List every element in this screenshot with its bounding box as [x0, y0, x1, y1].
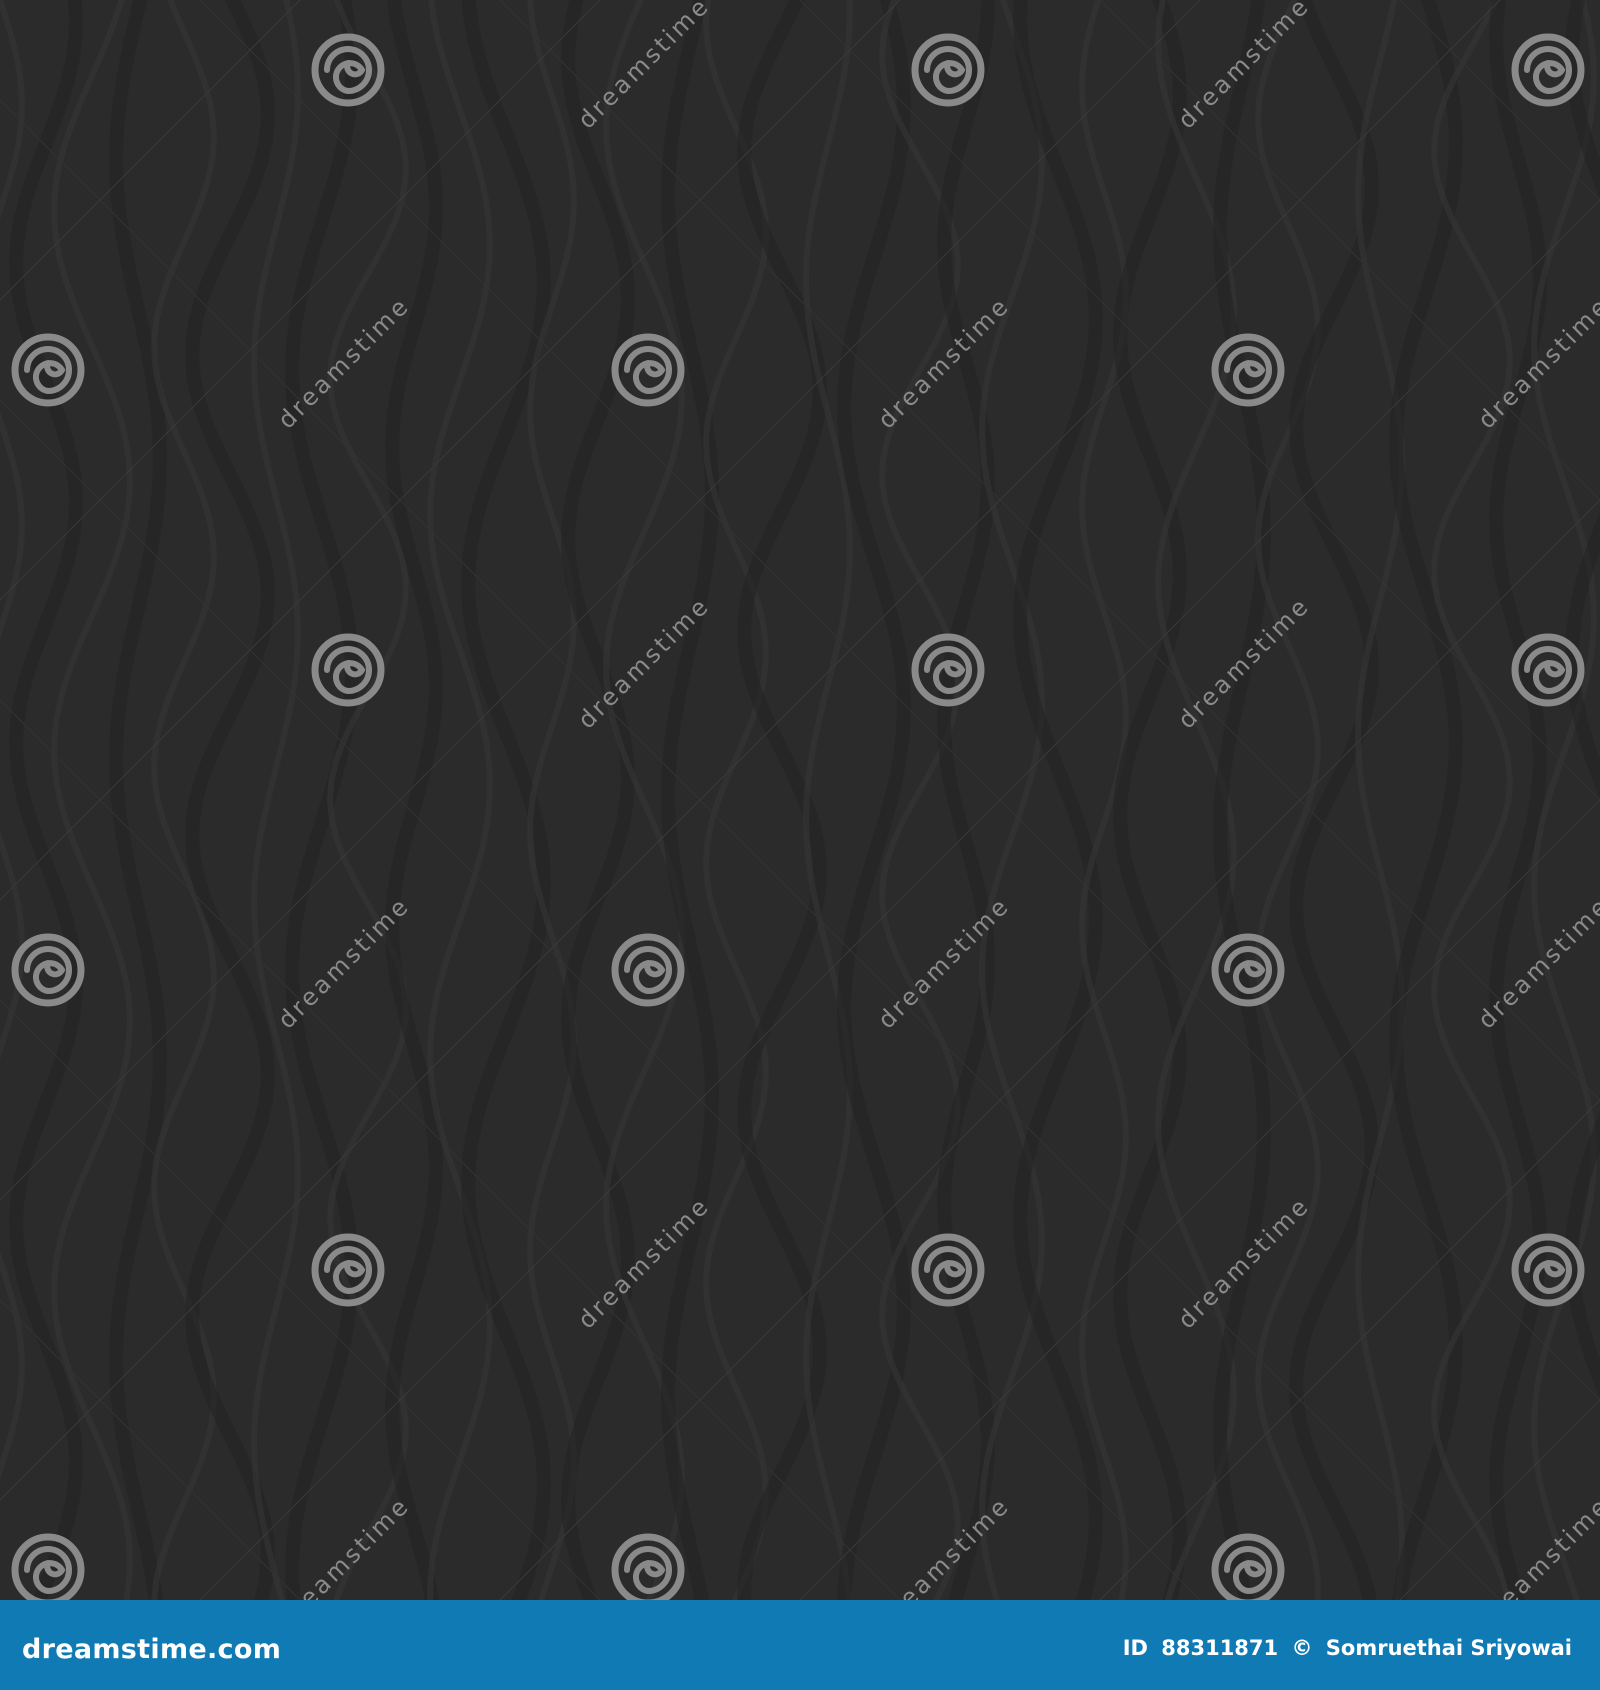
spiral-logo-icon [15, 1537, 81, 1600]
spiral-logo-icon [1215, 1537, 1281, 1600]
wave-band [702, 0, 769, 1600]
wave-band [185, 0, 275, 1600]
wave-band [285, 0, 359, 1600]
watermark-text: dreamstime [1172, 0, 1315, 134]
wave-band [1488, 0, 1548, 1600]
spiral-logo-icon [915, 37, 981, 103]
wave-band [660, 0, 720, 1600]
wave-band [385, 0, 443, 1600]
watermark-diagonal-line [1099, 0, 1600, 501]
watermark-diagonal-line [799, 799, 1600, 1600]
spiral-logo-icon [1515, 1237, 1581, 1303]
watermark-diagonal-line [1399, 1399, 1600, 1600]
wave-band [802, 0, 853, 1600]
wave-band [1113, 0, 1187, 1600]
copyright-symbol: © [1291, 1636, 1313, 1660]
footer-bar: dreamstime.com ID 88311871 © Somruethai … [0, 1600, 1600, 1690]
spiral-logo-icon [915, 637, 981, 703]
stock-image-canvas: dreamstime dreamstime dreamstime dreamstime… [0, 0, 1600, 1690]
watermark-text: dreamstime [572, 0, 715, 134]
footer-logo-text: dreamstime.com [22, 1634, 282, 1665]
watermark-diagonal-line [799, 0, 1600, 801]
wave-band [837, 0, 911, 1600]
image-id-label: ID [1122, 1636, 1148, 1660]
spiral-logo-icon [315, 37, 381, 103]
watermark-diagonal-line [1099, 1099, 1600, 1600]
wave-band [1254, 0, 1321, 1600]
watermark-diagonal-line [0, 1299, 301, 1600]
spiral-logo-icon [615, 937, 681, 1003]
spiral-logo-icon [615, 1537, 681, 1600]
footer-credit: ID 88311871 © Somruethai Sriyowai [1123, 1636, 1572, 1660]
wave-band [936, 0, 996, 1600]
spiral-logo-icon [15, 937, 81, 1003]
spiral-logo-icon [1515, 37, 1581, 103]
image-id-value: 88311871 [1161, 1636, 1279, 1660]
wave-band [979, 0, 1046, 1600]
spiral-logo-icon [1515, 637, 1581, 703]
spiral-logo-icon [15, 337, 81, 403]
watermark-diagonal-line [0, 0, 301, 301]
spiral-logo-icon [315, 637, 381, 703]
wave-pattern-image: dreamstime dreamstime dreamstime dreamstime… [0, 0, 1600, 1600]
spiral-logo-icon [315, 1237, 381, 1303]
spiral-logo-icon [1215, 937, 1281, 1003]
wave-band [108, 0, 168, 1600]
wave-pattern-svg: dreamstime dreamstimedreamstime dreamstime… [0, 0, 1600, 1600]
watermark-diagonal-line [1399, 0, 1600, 201]
author-name: Somruethai Sriyowai [1325, 1636, 1572, 1660]
spiral-logo-icon [615, 337, 681, 403]
wave-band [250, 0, 301, 1600]
spiral-logo-icon [915, 1237, 981, 1303]
wave-band [560, 0, 636, 1600]
spiral-logo-icon [1215, 337, 1281, 403]
watermark-text: dreamstime [572, 1191, 715, 1334]
wave-band [1565, 0, 1600, 1399]
